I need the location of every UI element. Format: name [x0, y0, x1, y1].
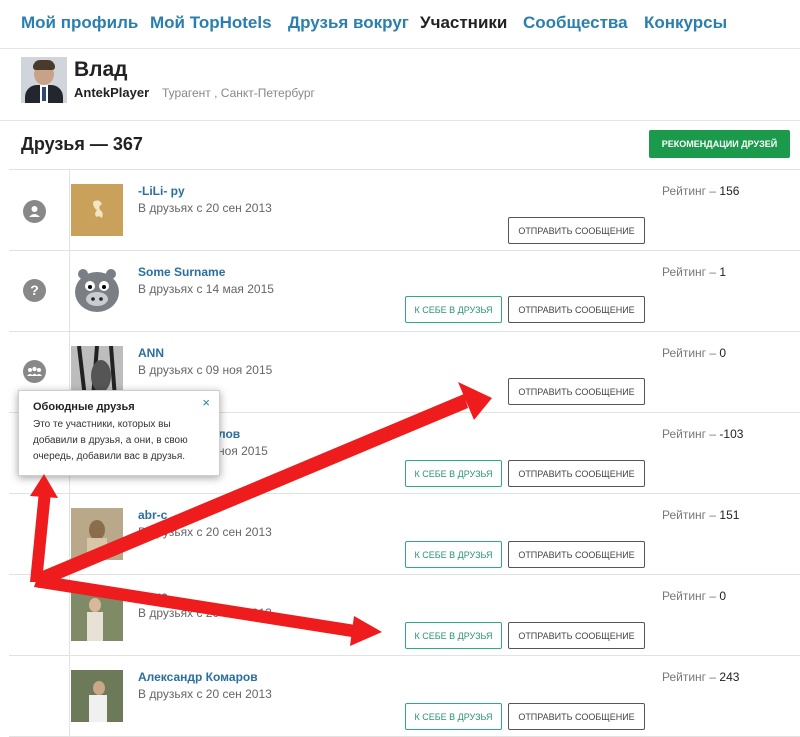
tooltip-title: Обоюдные друзья: [33, 401, 135, 413]
friend-since: В друзьях с 20 сен 2013: [138, 687, 272, 701]
list-item: abr-c В друзьях с 20 сен 2013 Рейтинг – …: [9, 494, 800, 575]
friend-avatar[interactable]: [71, 184, 123, 236]
recommend-friends-button[interactable]: РЕКОМЕНДАЦИИ ДРУЗЕЙ: [649, 130, 790, 158]
friend-name[interactable]: Александр Комаров: [138, 670, 258, 684]
tooltip-text: Это те участники, которых вы добавили в …: [33, 419, 188, 462]
nav-friends-around[interactable]: Друзья вокруг: [288, 13, 409, 33]
friends-title: Друзья — 367: [21, 134, 143, 154]
friend-since: В друзьях с 09 ноя 2015: [138, 363, 273, 377]
send-message-button[interactable]: ОТПРАВИТЬ СООБЩЕНИЕ: [508, 622, 645, 649]
friend-rating: Рейтинг – 0: [662, 589, 727, 603]
friend-avatar[interactable]: [71, 508, 123, 560]
list-item: -LiLi- py В друзьях с 20 сен 2013 Рейтин…: [9, 170, 800, 251]
friend-since: В друзьях с 20 сен 2013: [138, 525, 272, 539]
add-friend-button[interactable]: К СЕБЕ В ДРУЗЬЯ: [405, 541, 502, 568]
add-friend-button[interactable]: К СЕБЕ В ДРУЗЬЯ: [405, 460, 502, 487]
profile-name: Влад: [74, 58, 128, 81]
send-message-button[interactable]: ОТПРАВИТЬ СООБЩЕНИЕ: [508, 217, 645, 244]
friend-since: ноя 2015: [218, 444, 268, 458]
friend-name[interactable]: ANN: [138, 346, 164, 360]
add-friend-button[interactable]: К СЕБЕ В ДРУЗЬЯ: [405, 703, 502, 730]
user-icon: [23, 200, 46, 223]
send-message-button[interactable]: ОТПРАВИТЬ СООБЩЕНИЕ: [508, 296, 645, 323]
nav-contests[interactable]: Конкурсы: [644, 13, 727, 33]
mutual-friends-tooltip: Обоюдные друзья Это те участники, которы…: [18, 390, 220, 476]
mutual-friends-icon: [23, 360, 46, 383]
list-item: ? Some Surname В друзьях с 14 мая 2015 Р…: [9, 251, 800, 332]
top-navigation: Мой профиль Мой TopHotels Друзья вокруг …: [0, 0, 800, 49]
friend-since: В друзьях с 20 сен 2013: [138, 201, 272, 215]
friend-since: В друзьях с 14 мая 2015: [138, 282, 274, 296]
nav-communities[interactable]: Сообщества: [523, 13, 628, 33]
friend-rating: Рейтинг – -103: [662, 427, 744, 441]
friend-avatar[interactable]: [71, 264, 123, 316]
send-message-button[interactable]: ОТПРАВИТЬ СООБЩЕНИЕ: [508, 460, 645, 487]
profile-login: AntekPlayer: [74, 85, 150, 100]
send-message-button[interactable]: ОТПРАВИТЬ СООБЩЕНИЕ: [508, 703, 645, 730]
profile-meta: Турагент , Санкт-Петербург: [162, 86, 315, 100]
friend-rating: Рейтинг – 0: [662, 346, 727, 360]
profile-avatar[interactable]: [21, 57, 67, 103]
close-icon[interactable]: ×: [202, 395, 210, 410]
add-friend-button[interactable]: К СЕБЕ В ДРУЗЬЯ: [405, 296, 502, 323]
nav-my-tophotels[interactable]: Мой TopHotels: [150, 13, 272, 33]
nav-members[interactable]: Участники: [420, 13, 507, 33]
friend-name[interactable]: abr-c: [138, 508, 167, 522]
send-message-button[interactable]: ОТПРАВИТЬ СООБЩЕНИЕ: [508, 378, 645, 405]
list-item: Александр Комаров В друзьях с 20 сен 201…: [9, 656, 800, 737]
add-friend-button[interactable]: К СЕБЕ В ДРУЗЬЯ: [405, 622, 502, 649]
friend-name[interactable]: Анна: [138, 589, 168, 603]
friend-rating: Рейтинг – 1: [662, 265, 727, 279]
friend-since: В друзьях с 20 сен 2013: [138, 606, 272, 620]
friend-rating: Рейтинг – 151: [662, 508, 740, 522]
friend-avatar[interactable]: [71, 589, 123, 641]
send-message-button[interactable]: ОТПРАВИТЬ СООБЩЕНИЕ: [508, 541, 645, 568]
friend-avatar[interactable]: [71, 670, 123, 722]
friend-rating: Рейтинг – 156: [662, 184, 740, 198]
nav-my-profile[interactable]: Мой профиль: [21, 13, 138, 33]
friend-name[interactable]: лов: [218, 427, 240, 441]
list-item: Анна В друзьях с 20 сен 2013 Рейтинг – 0…: [9, 575, 800, 656]
friend-name[interactable]: Some Surname: [138, 265, 225, 279]
friend-rating: Рейтинг – 243: [662, 670, 740, 684]
friend-name[interactable]: -LiLi- py: [138, 184, 185, 198]
question-icon: ?: [23, 279, 46, 302]
